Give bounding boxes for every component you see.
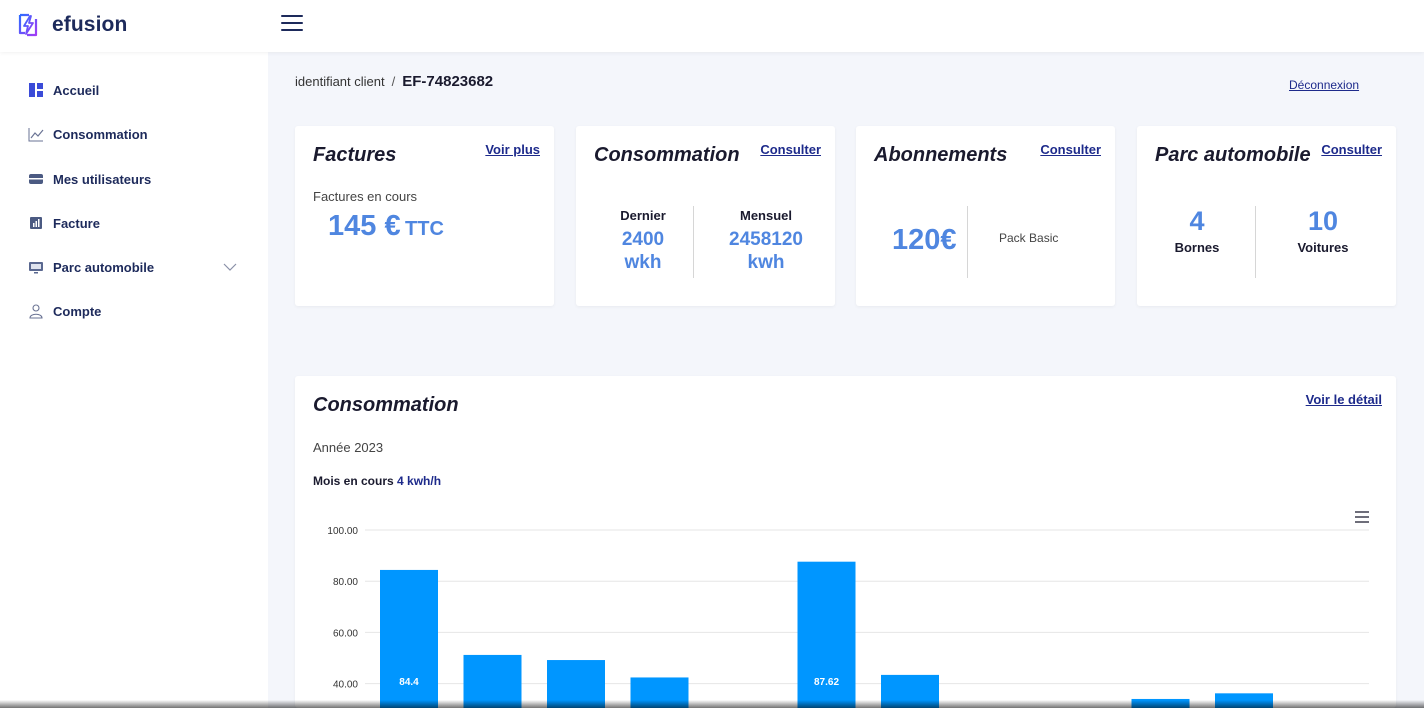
bornes-label: Bornes xyxy=(1174,240,1220,255)
sidebar-item-label: Facture xyxy=(53,215,100,231)
divider xyxy=(967,206,968,278)
breadcrumb-separator: / xyxy=(391,74,396,89)
dernier-label: Dernier xyxy=(620,208,666,223)
abonnements-card: Abonnements Consulter 120€ Pack Basic xyxy=(856,126,1115,306)
voitures-value: 10 xyxy=(1307,206,1339,236)
bar-data-label: 87.62 xyxy=(814,677,839,688)
consommation-chart-panel: 100.00 80.00 60.00 40.00 84.4 87.62 Consommat… xyxy=(295,376,1396,708)
y-tick-label: 60.00 xyxy=(333,628,358,639)
card-title: Abonnements xyxy=(874,144,1008,166)
panel-title: Consommation xyxy=(313,394,459,416)
voir-plus-link[interactable]: Voir plus xyxy=(485,142,540,157)
dernier-value: 2400 xyxy=(621,229,665,250)
dashboard-icon xyxy=(28,82,44,98)
brand-logo[interactable]: efusion xyxy=(15,12,127,38)
y-tick-label: 100.00 xyxy=(327,526,358,537)
mensuel-stat: Mensuel 2458120 kwh xyxy=(706,208,826,274)
bornes-value: 4 xyxy=(1189,206,1205,236)
current-month-value: 4 kwh/h xyxy=(397,474,442,488)
dernier-stat: Dernier 2400 wkh xyxy=(593,208,693,274)
line-chart-icon xyxy=(28,126,44,142)
sidebar-item-facture[interactable]: Facture xyxy=(28,212,243,234)
top-header: efusion xyxy=(0,0,1424,52)
voitures-stat: 10 Voitures xyxy=(1273,206,1373,255)
dernier-unit: wkh xyxy=(624,252,662,273)
logout-link[interactable]: Déconnexion xyxy=(1289,78,1359,92)
consommation-card: Consommation Consulter Dernier 2400 wkh … xyxy=(576,126,835,306)
consulter-link[interactable]: Consulter xyxy=(1040,142,1101,157)
invoice-amount: 145 € TTC xyxy=(328,210,444,243)
mensuel-label: Mensuel xyxy=(739,208,792,223)
current-month: Mois en cours 4 kwh/h xyxy=(313,474,441,488)
subscription-price: 120€ xyxy=(892,224,957,256)
divider xyxy=(1255,206,1256,278)
divider xyxy=(693,206,694,278)
sidebar-item-label: Compte xyxy=(53,303,102,319)
monitor-icon xyxy=(28,259,44,275)
voitures-label: Voitures xyxy=(1297,240,1349,255)
user-icon xyxy=(28,303,44,319)
window-bottom-shadow xyxy=(0,700,1424,708)
sidebar-item-label: Parc automobile xyxy=(53,259,155,275)
invoice-amount-suffix: TTC xyxy=(405,218,444,240)
mensuel-unit: kwh xyxy=(747,252,785,273)
bornes-stat: 4 Bornes xyxy=(1147,206,1247,255)
sidebar: Accueil Consommation Mes utilisateurs Fa… xyxy=(0,52,268,708)
sidebar-item-label: Consommation xyxy=(53,126,148,142)
chart-year: Année 2023 xyxy=(313,440,384,455)
brand-name: efusion xyxy=(52,13,128,36)
client-id: EF-74823682 xyxy=(402,73,494,90)
current-month-label: Mois en cours xyxy=(313,474,394,488)
bar-data-label: 84.4 xyxy=(399,677,419,688)
card-title: Factures xyxy=(313,144,397,166)
mensuel-value: 2458120 xyxy=(729,229,803,250)
card-title: Consommation xyxy=(594,144,740,166)
card-title: Parc automobile xyxy=(1155,144,1311,166)
breadcrumb-label: identifiant client xyxy=(295,74,385,89)
sidebar-item-consommation[interactable]: Consommation xyxy=(28,123,243,145)
y-tick-label: 40.00 xyxy=(333,680,358,691)
sidebar-item-utilisateurs[interactable]: Mes utilisateurs xyxy=(28,168,243,190)
sidebar-item-label: Accueil xyxy=(53,82,100,98)
factures-card: Factures Voir plus Factures en cours 145… xyxy=(295,126,554,306)
hamburger-menu-icon[interactable] xyxy=(281,15,303,35)
consulter-link[interactable]: Consulter xyxy=(1321,142,1382,157)
subscription-plan: Pack Basic xyxy=(999,231,1059,245)
parc-automobile-card: Parc automobile Consulter 4 Bornes 10 Vo… xyxy=(1137,126,1396,306)
chart-menu-icon[interactable] xyxy=(1355,511,1369,523)
sidebar-item-compte[interactable]: Compte xyxy=(28,300,243,322)
sidebar-item-label: Mes utilisateurs xyxy=(53,171,152,187)
users-card-icon xyxy=(28,171,44,187)
sidebar-item-accueil[interactable]: Accueil xyxy=(28,79,243,101)
voir-le-detail-link[interactable]: Voir le détail xyxy=(1306,392,1382,407)
breadcrumb: identifiant client / EF-74823682 xyxy=(295,73,493,90)
consumption-bar-chart: 100.00 80.00 60.00 40.00 84.4 87.62 xyxy=(327,526,1369,708)
lightning-logo-icon xyxy=(18,13,38,37)
sidebar-item-parc-automobile[interactable]: Parc automobile xyxy=(28,256,243,278)
invoice-amount-value: 145 € xyxy=(328,210,401,242)
bar-chart-icon xyxy=(28,215,44,231)
consulter-link[interactable]: Consulter xyxy=(760,142,821,157)
factures-sub-label: Factures en cours xyxy=(313,189,418,204)
y-tick-label: 80.00 xyxy=(333,577,358,588)
chevron-down-icon[interactable] xyxy=(223,260,237,274)
